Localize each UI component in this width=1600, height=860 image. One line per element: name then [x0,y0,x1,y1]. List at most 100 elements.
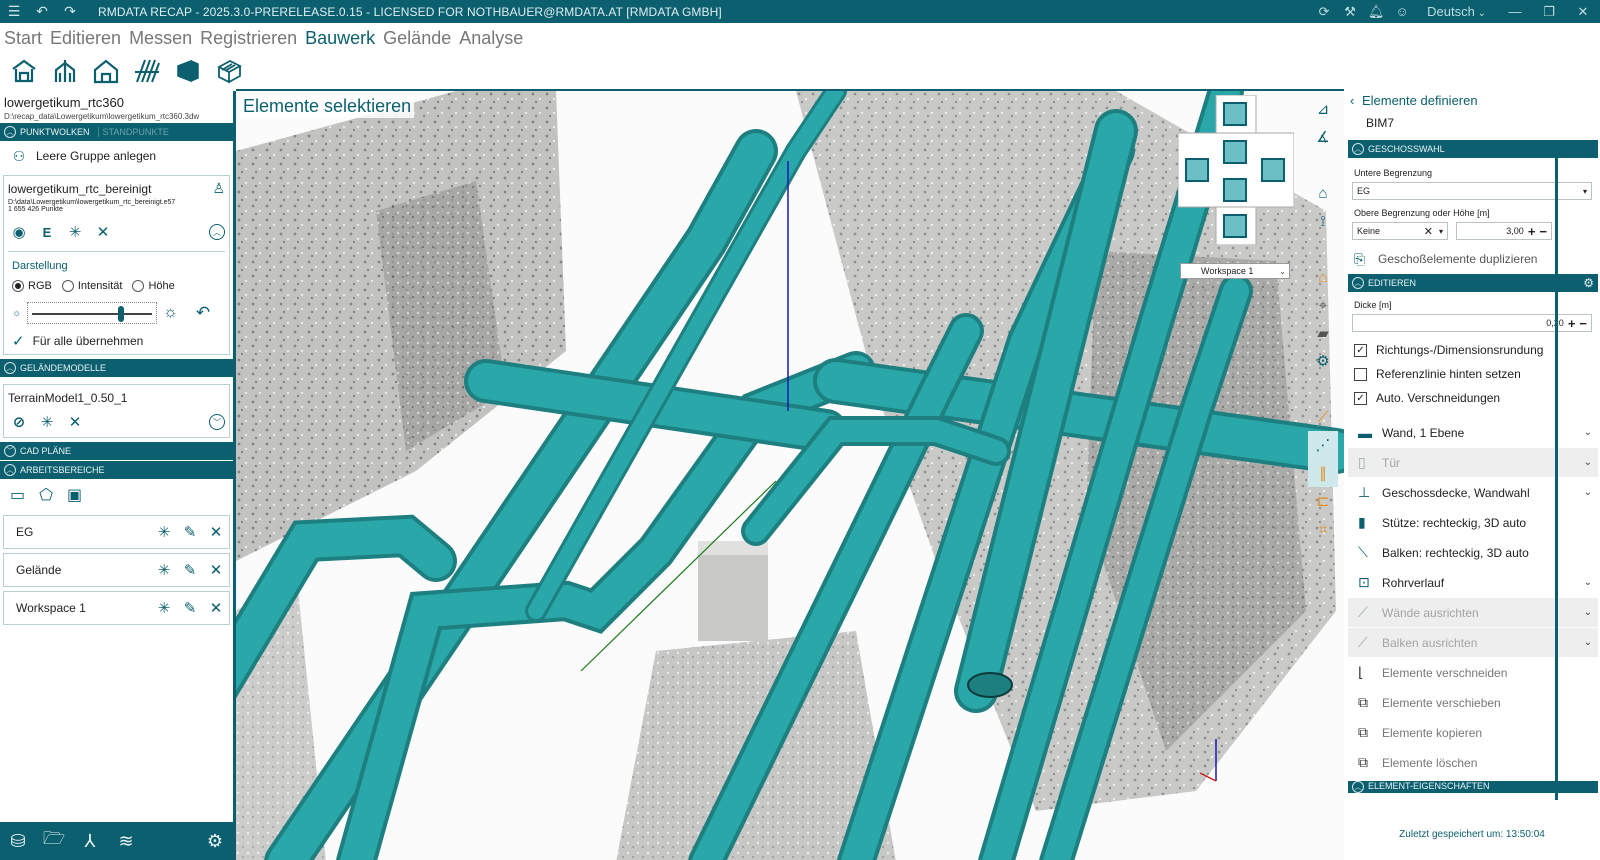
collapse-card-icon[interactable]: ︿ [209,224,225,240]
pointclouds-header[interactable]: ︿ PUNKTWOLKEN STANDPUNKTE [0,123,233,141]
close-button[interactable]: ✕ [1566,4,1600,20]
element-properties-header[interactable]: ︿ ELEMENT-EIGENSCHAFTEN [1348,781,1598,793]
axes-icon[interactable]: ⅄ [72,831,108,852]
flashlight-icon[interactable]: ⟟ [1308,207,1338,235]
language-select[interactable]: Deutsch ⌄ [1415,4,1498,19]
snap-surface-icon[interactable]: ⌗ [1308,515,1338,543]
cursor-filter-icon[interactable]: ⌖ [1308,291,1338,319]
parallel-icon[interactable]: ∥ [1308,459,1338,487]
home-view-icon[interactable]: ⌂ [1308,179,1338,207]
item-door[interactable]: ▯ Tür ⌄ [1348,448,1598,477]
snap-node-icon[interactable]: ⊏ [1308,487,1338,515]
checkbox-checked[interactable]: ✓ [1354,391,1367,405]
select-icon[interactable]: ✳ [151,599,177,617]
item-align-beams[interactable]: ⟋ Balken ausrichten ⌄ [1348,628,1598,657]
floor-selection-header[interactable]: ︿ GESCHOSSWAHL [1348,140,1598,158]
view-cube[interactable] [1178,95,1294,245]
expand-card-icon[interactable]: ﹀ [209,414,225,430]
add-rect-workspace-icon[interactable]: ▭ [10,485,25,505]
item-slab[interactable]: ⊥ Geschossdecke, Wandwahl ⌄ [1348,478,1598,507]
menu-messen[interactable]: Messen [129,28,192,49]
item-beam[interactable]: ⟍ Balken: rechteckig, 3D auto [1348,538,1598,567]
back-button[interactable]: ‹ Elemente definieren [1344,89,1600,108]
workspace-item[interactable]: Gelände ✳ ✎ ✕ [3,553,230,587]
clear-icon[interactable]: ✕ [1424,225,1433,238]
workspaces-header[interactable]: ︿ ARBEITSBEREICHE [0,461,233,479]
menu-analyse[interactable]: Analyse [459,28,523,49]
check-rounding[interactable]: ✓ Richtungs-/Dimensionsrundung [1344,338,1600,362]
item-copy[interactable]: ⧉ Elemente kopieren [1348,718,1598,747]
edit-e-button[interactable]: E [36,221,58,243]
paste-workspace-icon[interactable]: ▣ [67,485,82,505]
snap-point-icon[interactable]: ⟋ [1308,403,1338,431]
right-panel-scrollbar[interactable] [1555,145,1558,800]
add-poly-workspace-icon[interactable]: ⬠ [39,485,53,505]
slider-thumb[interactable] [118,306,125,322]
checkbox-unchecked[interactable] [1354,367,1367,381]
sparkle-select-icon[interactable]: ✳ [36,411,58,433]
item-column[interactable]: ▮ Stütze: rechteckig, 3D auto [1348,508,1598,537]
chevron-down-icon[interactable]: ⌄ [1584,457,1592,468]
settings-icon[interactable]: ⚙ [1583,276,1594,290]
tools-icon[interactable]: ⚒ [1337,4,1363,20]
radio-intensity[interactable] [61,280,74,292]
sync-icon[interactable]: ⟳ [1311,4,1337,20]
item-wall[interactable]: ▬ Wand, 1 Ebene ⌄ [1348,418,1598,447]
chevron-down-icon[interactable]: ⌄ [1584,637,1592,648]
chevron-down-icon[interactable]: ⌄ [1584,427,1592,438]
chevron-down-icon[interactable]: ⌄ [1584,577,1592,588]
upper-height-input[interactable]: 3,00 + − [1456,222,1552,240]
menu-registrieren[interactable]: Registrieren [200,28,297,49]
house-icon[interactable] [90,55,122,87]
eraser-icon[interactable]: ▰ [1308,319,1338,347]
item-intersect[interactable]: ⌊ Elemente verschneiden [1348,658,1598,687]
workspace-item[interactable]: EG ✳ ✎ ✕ [3,515,230,549]
remove-icon[interactable]: ✕ [203,523,229,541]
chevron-down-icon[interactable]: ⌄ [1584,607,1592,618]
section-view-icon[interactable]: ⊿ [1308,95,1338,123]
chevron-down-icon[interactable]: ⌄ [1584,487,1592,498]
database-icon[interactable]: ⛁ [0,831,36,852]
building-icon[interactable] [8,55,40,87]
redo-icon[interactable]: ↷ [56,0,84,23]
remove-icon[interactable]: ✕ [203,561,229,579]
edit-header[interactable]: ︿ EDITIEREN ⚙ [1348,274,1598,292]
section-building-icon[interactable] [49,55,81,87]
sparkle-select-icon[interactable]: ✳ [64,221,86,243]
bell-icon[interactable]: 🔔︎ [1363,4,1389,20]
menu-editieren[interactable]: Editieren [50,28,121,49]
layers-icon[interactable]: ≋ [108,831,144,852]
menu-start[interactable]: Start [4,28,42,49]
duplicate-floor-button[interactable]: ⎘ Geschoßelemente duplizieren [1344,244,1600,274]
cad-header[interactable]: ﹀ CAD PLÄNE [0,442,233,460]
remove-icon[interactable]: ✕ [203,599,229,617]
standpoints-tab[interactable]: STANDPUNKTE [97,127,169,137]
minus-icon[interactable]: − [1539,224,1547,239]
snap-line-icon[interactable]: ⋰ [1308,431,1338,459]
terrain-header[interactable]: ︿ GELÄNDEMODELLE [0,359,233,377]
radio-rgb[interactable] [12,280,24,292]
apply-all-button[interactable]: ✓ Für alle übernehmen [8,332,225,350]
wall-plane-icon[interactable] [172,55,204,87]
radio-height[interactable] [132,280,145,292]
plus-icon[interactable]: + [1528,224,1536,239]
settings-icon[interactable]: ⚙ [197,831,233,852]
person-walk-icon[interactable]: ♙ [212,180,225,197]
user-icon[interactable]: ☺ [1389,4,1415,19]
undo-icon[interactable]: ↶ [28,0,56,23]
eye-icon[interactable]: ◉ [8,221,30,243]
item-delete[interactable]: ⧉ Elemente löschen [1348,748,1598,777]
eye-hidden-icon[interactable]: ⊘ [8,411,30,433]
checkbox-checked[interactable]: ✓ [1354,343,1367,357]
select-icon[interactable]: ✳ [151,561,177,579]
house-orange-icon[interactable]: ⌂ [1308,263,1338,291]
remove-icon[interactable]: ✕ [92,221,114,243]
measure-angle-icon[interactable]: ∡ [1308,123,1338,151]
item-align-walls[interactable]: ⟋ Wände ausrichten ⌄ [1348,598,1598,627]
menu-bauwerk[interactable]: Bauwerk [305,28,375,49]
maximize-button[interactable]: ❐ [1532,4,1566,20]
brightness-slider[interactable] [27,302,158,324]
remove-icon[interactable]: ✕ [64,411,86,433]
edit-icon[interactable]: ✎ [177,561,203,579]
workspace-dropdown[interactable]: Workspace 1 ⌄ [1180,263,1290,279]
